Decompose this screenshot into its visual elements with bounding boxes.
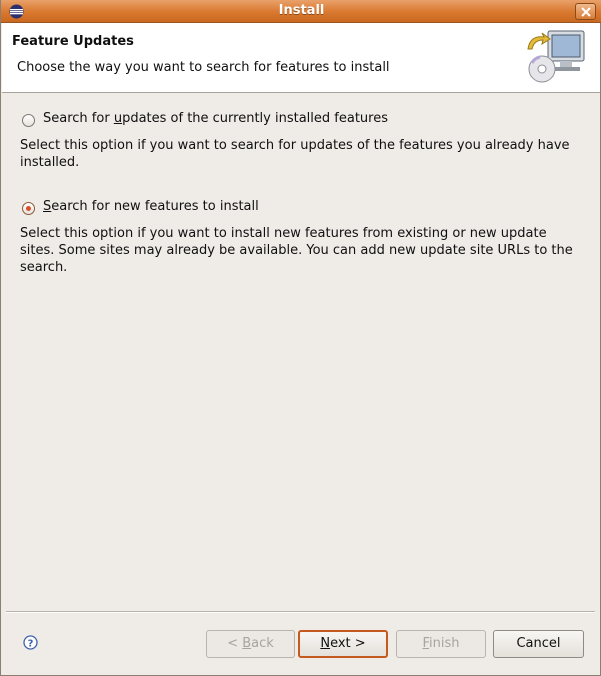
cancel-button[interactable]: Cancel <box>493 630 584 658</box>
radio-search-new-features[interactable] <box>22 202 35 215</box>
page-title: Feature Updates <box>12 34 134 49</box>
button-bar-separator <box>6 611 595 613</box>
help-icon[interactable]: ? <box>23 635 38 650</box>
computer-update-icon <box>527 30 585 83</box>
finish-button[interactable]: Finish <box>396 630 486 658</box>
option-search-new-features-description: Select this option if you want to instal… <box>20 226 573 275</box>
option-search-new-features-label[interactable]: Search for new features to install <box>43 199 259 214</box>
svg-text:?: ? <box>28 638 34 649</box>
wizard-header: Feature Updates Choose the way you want … <box>2 23 600 93</box>
window-title: Install <box>278 3 325 18</box>
option-search-updates-label[interactable]: Search for updates of the currently inst… <box>43 111 388 126</box>
title-bar[interactable]: Install <box>1 0 601 23</box>
next-button[interactable]: Next > <box>298 630 388 658</box>
option-search-updates-description: Select this option if you want to search… <box>20 138 570 170</box>
radio-search-updates[interactable] <box>22 114 35 127</box>
close-button[interactable] <box>575 3 596 20</box>
close-icon <box>581 7 591 17</box>
page-description: Choose the way you want to search for fe… <box>17 60 390 75</box>
install-dialog: Install Feature Updates Choose the way y… <box>0 0 601 676</box>
back-button[interactable]: < Back <box>206 630 295 658</box>
